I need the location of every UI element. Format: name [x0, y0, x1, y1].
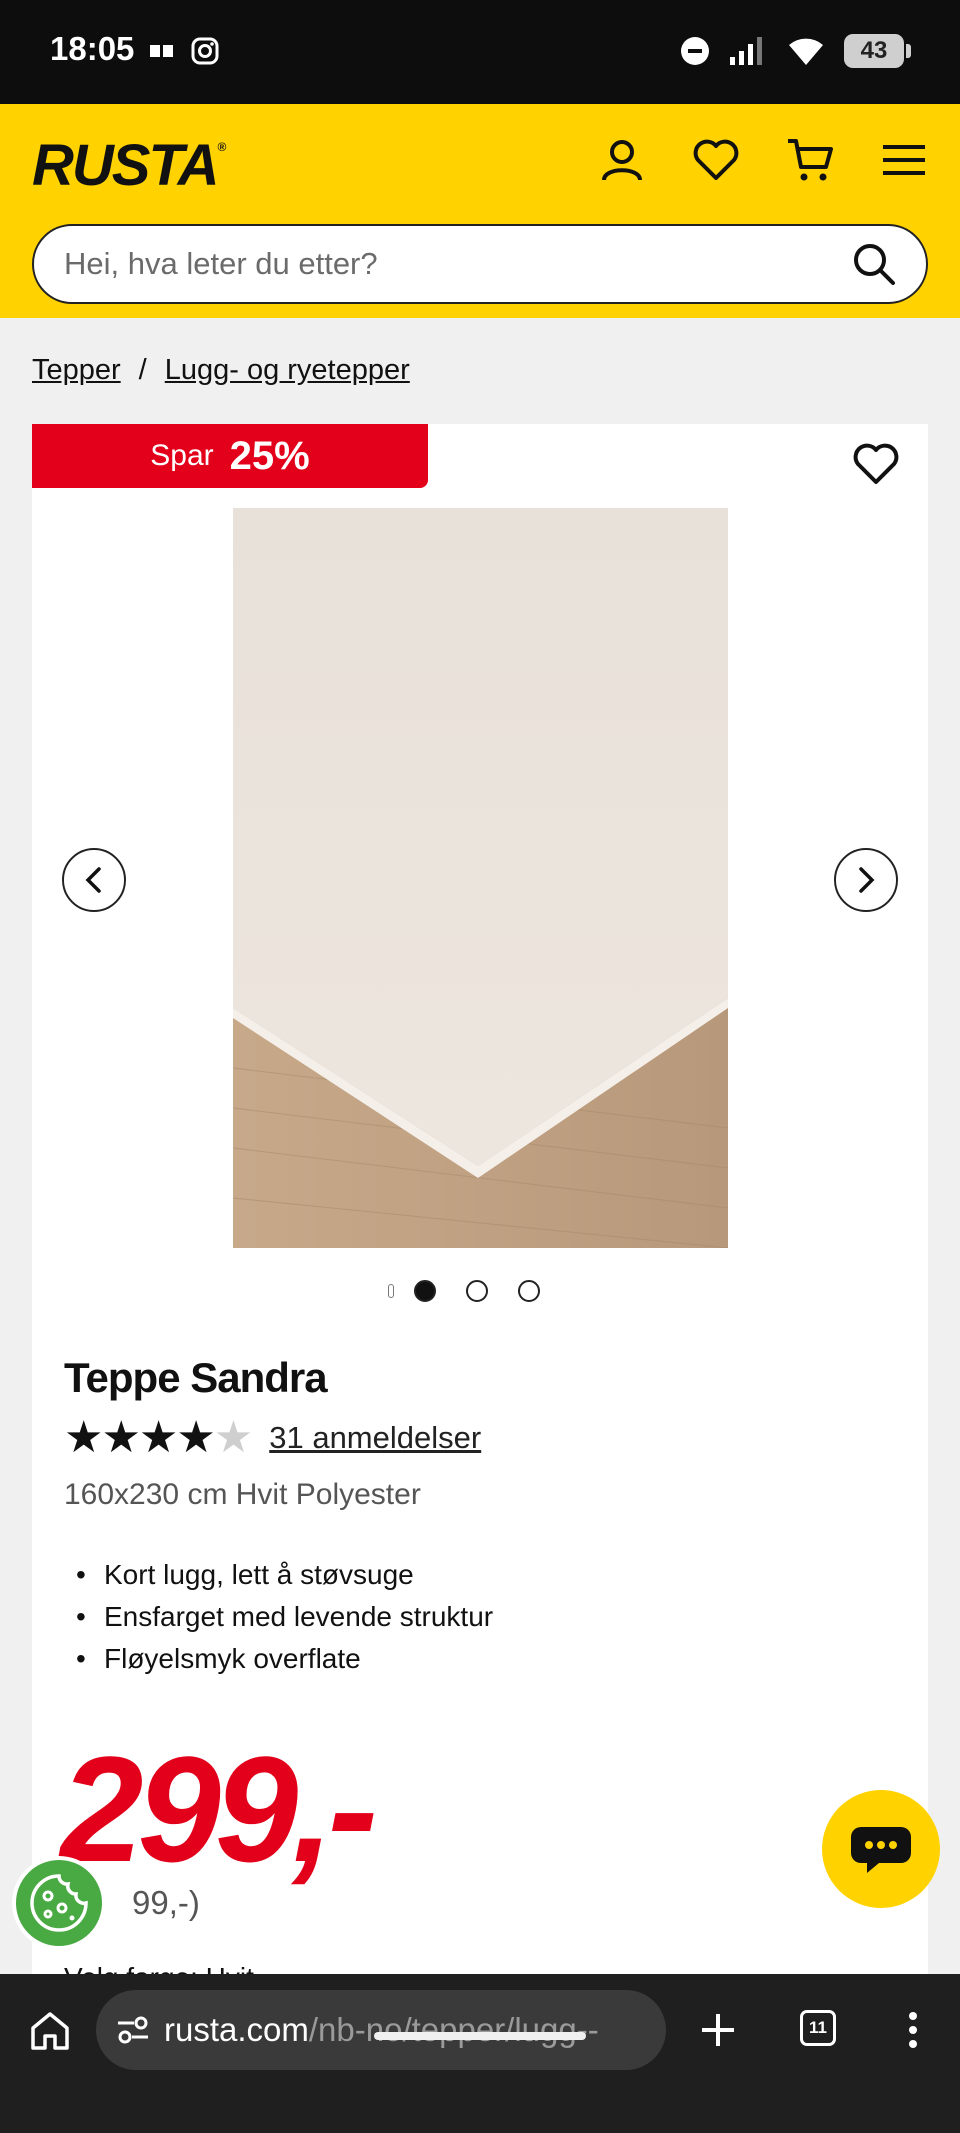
rating-row: ★★★★★ 31 anmeldelser: [64, 1416, 481, 1460]
star-rating: ★★★★★: [64, 1416, 253, 1460]
tab-switcher-button[interactable]: 11: [800, 2010, 836, 2046]
cart-button[interactable]: [784, 134, 836, 186]
do-not-disturb-icon: [681, 37, 709, 65]
account-icon: [602, 140, 642, 181]
feature-list: Kort lugg, lett å støvsuge Ensfarget med…: [76, 1554, 493, 1680]
status-system-icons: 43: [680, 34, 911, 68]
cookie-icon: [30, 1874, 88, 1932]
wishlist-button[interactable]: [690, 134, 742, 186]
sale-badge: Spar 25%: [32, 424, 428, 488]
logo-text: RUSTA: [32, 133, 219, 198]
product-title: Teppe Sandra: [64, 1354, 328, 1401]
product-image[interactable]: [233, 508, 728, 1248]
feature-item: Fløyelsmyk overflate: [76, 1638, 493, 1680]
signal-icon: [730, 37, 762, 65]
menu-button[interactable]: [878, 134, 930, 186]
carousel-prev-button[interactable]: [62, 848, 126, 912]
header-actions: [596, 134, 930, 186]
battery-indicator: 43: [844, 34, 911, 68]
wifi-icon: [789, 38, 823, 65]
feature-item: Ensfarget med levende struktur: [76, 1596, 493, 1638]
menu-icon: [883, 145, 925, 175]
account-button[interactable]: [596, 134, 648, 186]
notification-icon: [150, 45, 173, 57]
rusta-logo[interactable]: RUSTA®: [32, 132, 226, 199]
breadcrumb: Tepper / Lugg- og ryetepper: [32, 354, 410, 387]
cart-icon: [788, 139, 833, 181]
carousel-next-button[interactable]: [834, 848, 898, 912]
product-card: Spar 25% Teppe Sandra ★★★★★ 31 anmeldels…: [32, 424, 928, 2024]
add-to-wishlist-heart-icon[interactable]: [852, 440, 900, 488]
search-box: [32, 224, 928, 304]
breadcrumb-tepper[interactable]: Tepper: [32, 354, 121, 387]
new-tab-plus-icon[interactable]: [696, 2008, 740, 2052]
carousel-dots: [388, 1280, 540, 1302]
logo-registered-mark: ®: [217, 140, 226, 154]
site-settings-icon[interactable]: [116, 2015, 150, 2045]
search-input[interactable]: [64, 226, 844, 302]
product-subtitle: 160x230 cm Hvit Polyester: [64, 1478, 421, 1511]
rug-photo: [233, 508, 728, 1248]
feature-item: Kort lugg, lett å støvsuge: [76, 1554, 493, 1596]
carousel-dot-partial[interactable]: [388, 1284, 394, 1298]
url-host: rusta.com: [164, 2011, 309, 2048]
status-time: 18:05: [50, 30, 135, 67]
chat-button[interactable]: [822, 1790, 940, 1908]
site-header: RUSTA®: [0, 104, 960, 318]
sale-label: Spar: [150, 439, 214, 472]
carousel-dot-2[interactable]: [466, 1280, 488, 1302]
chevron-left-icon: [85, 867, 101, 893]
browser-toolbar: rusta.com/nb-no/tepper/lugg-- 11: [0, 1974, 960, 2133]
reviews-link[interactable]: 31 anmeldelser: [269, 1420, 481, 1456]
price: 299,-: [60, 1725, 378, 1893]
status-bar: 18:05 43: [0, 0, 960, 104]
breadcrumb-separator: /: [138, 354, 147, 386]
star-empty-icon: ★: [213, 1412, 253, 1463]
gesture-navigation-bar[interactable]: [374, 2032, 586, 2040]
home-icon[interactable]: [28, 2008, 72, 2052]
carousel-dot-1[interactable]: [414, 1280, 436, 1302]
url-text: rusta.com/nb-no/tepper/lugg--: [164, 2011, 599, 2049]
instagram-icon: [191, 37, 219, 65]
chevron-right-icon: [859, 867, 875, 893]
chat-bubble-icon: [851, 1827, 911, 1873]
star-icon: ★★★★: [64, 1412, 216, 1463]
more-options-icon[interactable]: [896, 2008, 930, 2052]
heart-icon: [693, 139, 739, 180]
cookie-settings-button[interactable]: [12, 1856, 106, 1950]
search-icon[interactable]: [852, 242, 896, 286]
sale-value: 25%: [229, 433, 310, 478]
status-notification-icons: [148, 36, 220, 66]
address-bar[interactable]: rusta.com/nb-no/tepper/lugg--: [96, 1990, 666, 2070]
carousel-dot-3[interactable]: [518, 1280, 540, 1302]
url-path: /nb-no/tepper/lugg--: [308, 2011, 599, 2048]
breadcrumb-lugg-og-ryetepper[interactable]: Lugg- og ryetepper: [165, 354, 410, 387]
old-price: 99,-): [132, 1884, 200, 1921]
